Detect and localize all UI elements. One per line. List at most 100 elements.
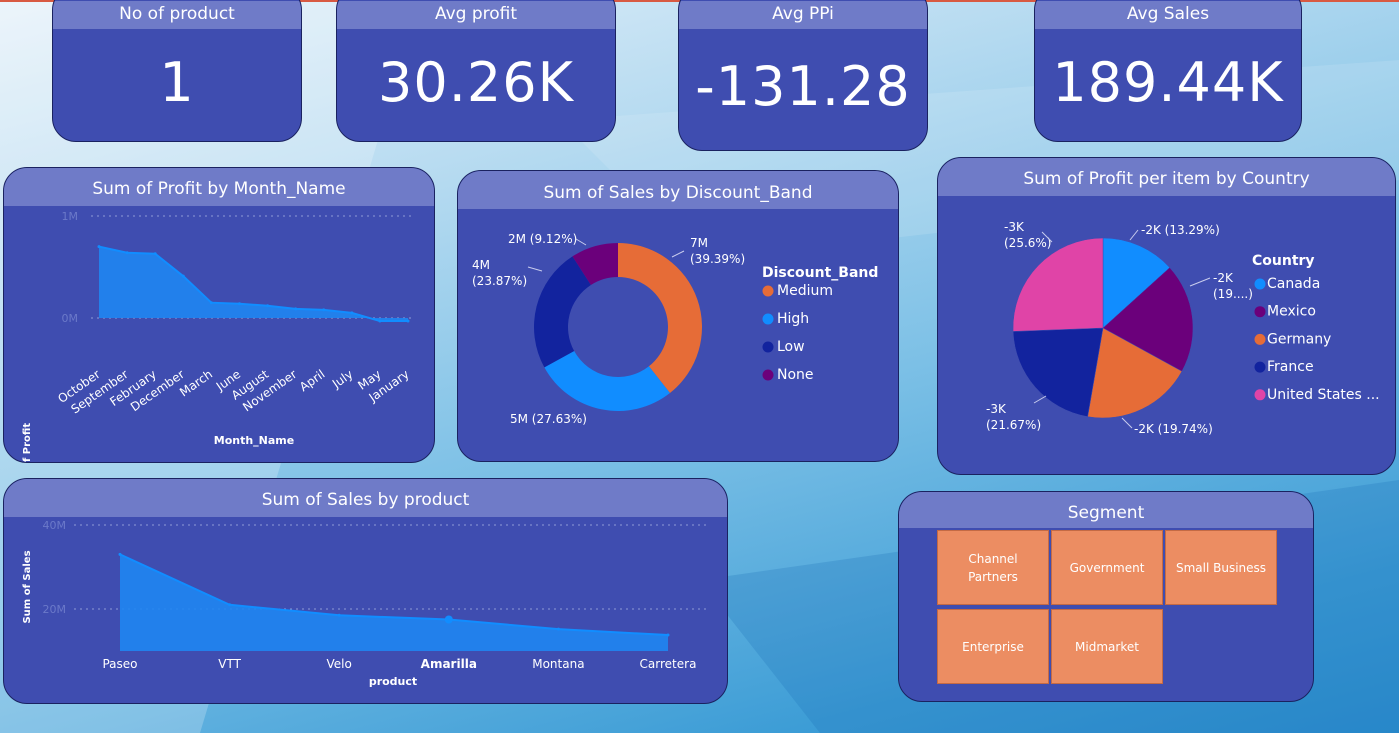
x-tick-label: March	[177, 367, 215, 399]
kpi-value: 189.44K	[1052, 51, 1284, 114]
legend-marker	[762, 285, 774, 297]
x-tick-label: Montana	[532, 657, 584, 671]
data-point	[118, 552, 122, 556]
donut-slice-low	[534, 256, 591, 368]
legend-item: Mexico	[1267, 304, 1316, 320]
legend-marker	[1254, 361, 1266, 373]
data-point	[378, 319, 382, 323]
data-label: 2M (9.12%)	[508, 232, 577, 246]
x-tick-label: April	[297, 367, 328, 394]
sales-by-product-chart[interactable]: Sum of Sales by product Sum of Sales pro…	[3, 478, 728, 704]
data-label: -2K (19....)	[1213, 271, 1253, 301]
data-point	[209, 301, 213, 305]
segment-tile[interactable]: Channel Partners	[937, 530, 1049, 605]
data-label: 4M (23.87%)	[472, 258, 527, 288]
profit-by-country-chart[interactable]: Sum of Profit per item by Country Countr…	[937, 157, 1396, 475]
country-pie-plot: Country -2K (13.29%) -2K (19....) -2K (19.7…	[986, 220, 1380, 436]
legend-marker	[1254, 389, 1266, 401]
discount-donut-plot: Discount_Band 7M (39.39%) 5M (27.63%) 4M (23…	[472, 232, 878, 426]
y-axis-label: Sum of Profit	[22, 423, 33, 463]
data-point	[237, 302, 241, 306]
segment-tile[interactable]: Enterprise	[937, 609, 1049, 684]
leader-line	[671, 250, 685, 258]
kpi-card-product-count[interactable]: No of product 1	[52, 0, 302, 142]
data-point	[97, 245, 101, 249]
data-point	[266, 304, 270, 308]
donut-slice-high	[544, 351, 670, 411]
segment-tile[interactable]: Midmarket	[1051, 609, 1163, 684]
data-point	[181, 274, 185, 278]
kpi-value: -131.28	[695, 55, 911, 118]
slicer-title: Segment	[899, 492, 1313, 528]
segment-tile[interactable]: Government	[1051, 530, 1163, 605]
leader-line	[575, 238, 587, 246]
x-tick-label: Amarilla	[421, 657, 477, 671]
data-label: 7M (39.39%)	[690, 236, 745, 266]
profit-by-month-chart[interactable]: Sum of Profit by Month_Name Sum of Profi…	[3, 167, 435, 463]
legend-item: High	[777, 311, 809, 327]
kpi-title: No of product	[53, 1, 301, 29]
data-point	[556, 627, 560, 631]
kpi-card-avg-sales[interactable]: Avg Sales 189.44K	[1034, 0, 1302, 142]
data-point	[228, 603, 232, 607]
legend-title: Discount_Band	[762, 265, 878, 281]
profit-month-plot: Sum of Profit Month_Name 1M0MOctoberSept…	[22, 210, 414, 463]
legend-item: Low	[777, 339, 805, 355]
kpi-value: 1	[159, 51, 195, 114]
x-tick-label: Carretera	[640, 657, 697, 671]
data-point	[322, 308, 326, 312]
y-tick-label: 1M	[62, 210, 79, 223]
leader-line	[1121, 417, 1133, 429]
data-point	[294, 307, 298, 311]
kpi-title: Avg Sales	[1035, 1, 1301, 29]
data-label: -3K (21.67%)	[986, 402, 1041, 432]
y-tick-label: 40M	[43, 519, 67, 532]
y-tick-label: 0M	[62, 312, 79, 325]
leader-line	[1033, 395, 1047, 404]
data-point	[666, 633, 670, 637]
data-point	[125, 251, 129, 255]
legend-item: Canada	[1267, 276, 1320, 292]
data-label: -2K (19.74%)	[1134, 422, 1213, 436]
data-point	[350, 311, 354, 315]
data-point	[444, 615, 453, 624]
kpi-title: Avg profit	[337, 1, 615, 29]
y-tick-label: 20M	[43, 603, 67, 616]
legend-item: None	[777, 367, 814, 383]
legend-marker	[762, 313, 774, 325]
x-tick-label: VTT	[218, 657, 241, 671]
legend-marker	[762, 341, 774, 353]
x-tick-label: July	[329, 367, 356, 391]
y-axis-label: Sum of Sales	[22, 550, 33, 623]
sales-area	[120, 554, 668, 651]
legend-item: United States ...	[1267, 387, 1380, 403]
data-point	[406, 319, 410, 323]
kpi-value: 30.26K	[377, 51, 574, 114]
legend-item: France	[1267, 359, 1314, 375]
legend-item: Germany	[1267, 331, 1331, 347]
data-label: 5M (27.63%)	[510, 412, 587, 426]
data-point	[337, 613, 341, 617]
data-point	[153, 252, 157, 256]
segment-tile[interactable]: Small Business	[1165, 530, 1277, 605]
product-sales-plot: Sum of Sales product 40M 20M Paseo VTT Velo A…	[22, 519, 710, 688]
kpi-title: Avg PPi	[679, 1, 927, 29]
legend-marker	[762, 369, 774, 381]
x-tick-label: Paseo	[102, 657, 137, 671]
legend-title: Country	[1252, 253, 1315, 269]
sales-by-discount-chart[interactable]: Sum of Sales by Discount_Band Discount_B…	[457, 170, 899, 462]
kpi-card-avg-profit[interactable]: Avg profit 30.26K	[336, 0, 616, 142]
legend-marker	[1254, 278, 1266, 290]
leader-line	[1129, 229, 1139, 241]
x-axis-label: Month_Name	[214, 434, 294, 447]
legend-marker	[1254, 306, 1266, 318]
x-tick-label: Velo	[327, 657, 352, 671]
data-label: -2K (13.29%)	[1141, 223, 1220, 237]
profit-area	[99, 246, 408, 322]
leader-line	[1189, 277, 1211, 287]
legend-item: Medium	[777, 283, 833, 299]
pie-slice	[1012, 237, 1104, 332]
kpi-card-avg-ppi[interactable]: Avg PPi -131.28	[678, 0, 928, 151]
segment-slicer[interactable]: Segment Channel Partners Government Small …	[898, 491, 1314, 702]
pie-slice	[1012, 327, 1104, 417]
